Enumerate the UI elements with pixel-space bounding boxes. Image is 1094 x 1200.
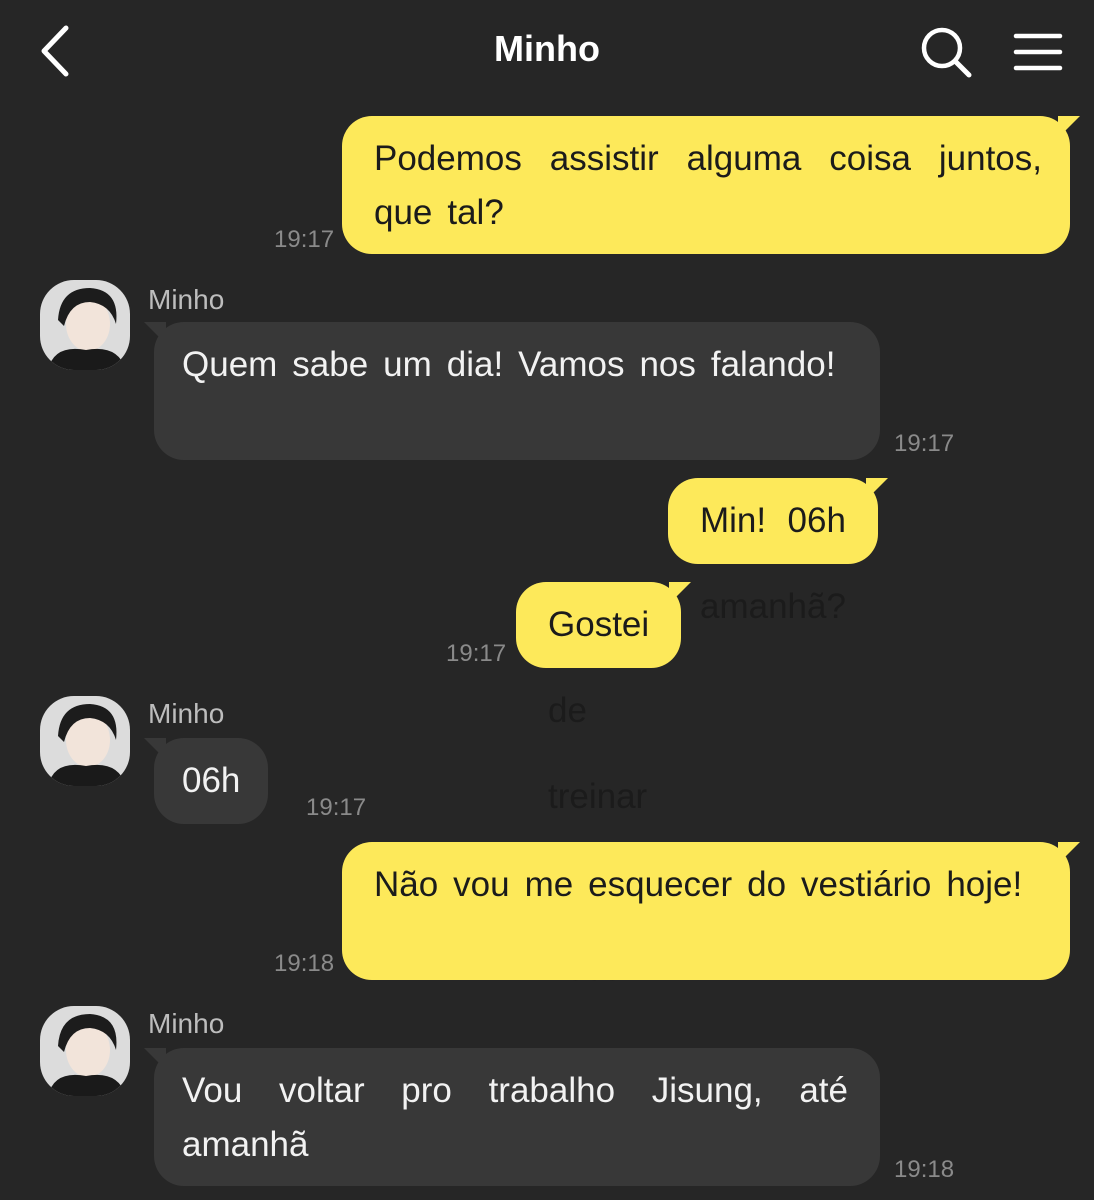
avatar[interactable] xyxy=(40,1006,130,1096)
message-bubble[interactable]: Gostei de treinar com você xyxy=(516,582,692,988)
menu-button[interactable] xyxy=(1010,28,1066,76)
avatar[interactable] xyxy=(40,696,130,786)
avatar-photo xyxy=(40,280,130,370)
avatar-photo xyxy=(40,1006,130,1096)
search-button[interactable] xyxy=(918,24,974,80)
message-time: 19:17 xyxy=(446,640,507,667)
message-time: 19:18 xyxy=(274,950,335,977)
message-bubble[interactable]: Quem sabe um dia! Vamos nos falando! xyxy=(144,322,880,460)
message-time: 19:18 xyxy=(894,1156,955,1183)
message-bubble[interactable]: Min! 06h amanhã? xyxy=(668,478,888,626)
chat-header: Minho xyxy=(0,0,1094,104)
sender-name: Minho xyxy=(148,1008,225,1039)
message-bubble[interactable]: Não vou me esquecer do vestiário hoje! xyxy=(342,842,1080,980)
avatar-photo xyxy=(40,696,130,786)
message-time: 19:17 xyxy=(274,226,335,253)
message-bubble[interactable]: Podemos assistir alguma coisa juntos, qu… xyxy=(342,116,1080,254)
avatar[interactable] xyxy=(40,280,130,370)
hamburger-menu-icon xyxy=(1013,33,1063,71)
sender-name: Minho xyxy=(148,284,225,315)
message-bubble[interactable]: Vou voltar pro trabalho Jisung, até aman… xyxy=(144,1048,880,1186)
message-bubble[interactable]: 06h xyxy=(143,738,269,824)
message-time: 19:17 xyxy=(894,430,955,457)
search-icon xyxy=(921,27,972,78)
message-time: 19:17 xyxy=(306,794,367,821)
sender-name: Minho xyxy=(148,698,225,729)
